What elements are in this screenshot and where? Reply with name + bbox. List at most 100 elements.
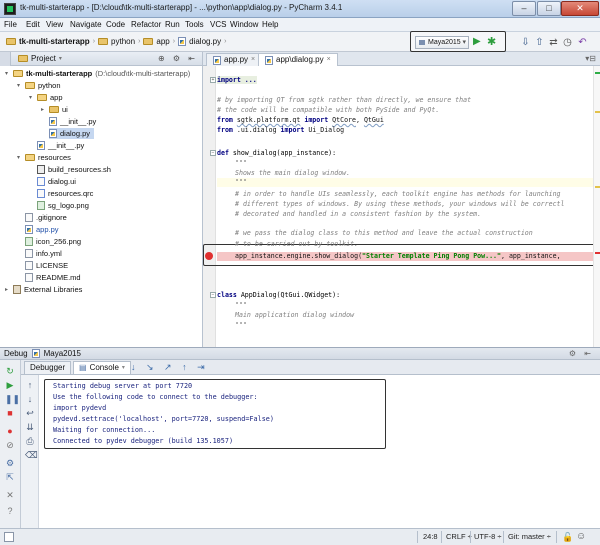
tree-item-app[interactable]: ▾ app: [27, 92, 63, 103]
vcs-update-icon[interactable]: ⇩: [520, 37, 531, 48]
tree-item-init-python[interactable]: __init__.py: [37, 140, 84, 151]
clear-icon[interactable]: ⌫: [25, 450, 38, 460]
tree-item-external-libraries[interactable]: ▸ External Libraries: [3, 284, 82, 295]
tree-item-resources[interactable]: ▾ resources: [15, 152, 71, 163]
menu-tools[interactable]: Tools: [185, 20, 204, 29]
tab-debugger[interactable]: Debugger: [24, 361, 72, 374]
tab-dialog-py[interactable]: app\dialog.py ×: [258, 53, 338, 66]
stop-icon[interactable]: ■: [5, 408, 15, 418]
tab-app-py[interactable]: app.py ×: [206, 53, 263, 66]
tree-item-app-py[interactable]: app.py: [25, 224, 59, 235]
close-icon[interactable]: ×: [327, 54, 331, 66]
tree-item-readme[interactable]: README.md: [25, 272, 81, 283]
tree-item-dialog[interactable]: dialog.py: [49, 128, 95, 139]
view-breakpoints-icon[interactable]: ●: [5, 426, 15, 436]
tree-item-init-app[interactable]: __init__.py: [49, 116, 96, 127]
editor-gutter[interactable]: [203, 66, 216, 347]
soft-wrap-icon[interactable]: ↩: [25, 408, 35, 418]
tree-item-gitignore[interactable]: .gitignore: [25, 212, 67, 223]
run-icon[interactable]: ▶: [473, 36, 481, 47]
tree-item-build-resources[interactable]: build_resources.sh: [37, 164, 111, 175]
fold-icon[interactable]: −: [210, 292, 216, 298]
line-separator-select[interactable]: CRLF ÷: [446, 532, 472, 541]
warning-marker[interactable]: [595, 111, 600, 113]
menu-vcs[interactable]: VCS: [210, 20, 226, 29]
breadcrumb-project[interactable]: tk-multi-starterapp: [19, 37, 90, 46]
tree-item-icon[interactable]: icon_256.png: [25, 236, 81, 247]
tree-item-python[interactable]: ▾ python: [15, 80, 61, 91]
history-icon[interactable]: ◷: [562, 37, 573, 48]
menu-edit[interactable]: Edit: [26, 20, 40, 29]
breadcrumb-python[interactable]: python: [111, 37, 135, 46]
settings-icon[interactable]: ⚙: [5, 458, 15, 468]
tree-item-info[interactable]: info.yml: [25, 248, 62, 259]
print-icon[interactable]: ⎙: [25, 436, 35, 446]
mute-breakpoints-icon[interactable]: ⊘: [5, 440, 15, 450]
panel-settings-icons[interactable]: ⊕ ⚙ ⇤: [158, 54, 198, 63]
minimize-button[interactable]: –: [512, 1, 536, 16]
compare-icon[interactable]: ⇄: [548, 37, 559, 48]
close-icon[interactable]: ✕: [5, 490, 15, 500]
chevron-right-icon: ›: [172, 38, 176, 45]
menu-file[interactable]: File: [4, 20, 17, 29]
fold-icon[interactable]: −: [210, 150, 216, 156]
debug-icon[interactable]: ✱: [487, 35, 496, 48]
fold-icon[interactable]: +: [210, 77, 216, 83]
code-token: """: [235, 159, 247, 167]
arrow-down-icon[interactable]: ↓: [25, 394, 35, 404]
menu-help[interactable]: Help: [262, 20, 278, 29]
tab-menu-icon[interactable]: ▾⊟: [585, 54, 596, 63]
vcs-branch-select[interactable]: Git: master ÷: [508, 532, 551, 541]
menu-navigate[interactable]: Navigate: [70, 20, 102, 29]
maximize-button[interactable]: □: [537, 1, 561, 16]
inspector-icon[interactable]: ☺: [576, 531, 586, 542]
menu-refactor[interactable]: Refactor: [131, 20, 161, 29]
expand-icon[interactable]: ▸: [3, 286, 10, 293]
vcs-commit-icon[interactable]: ⇧: [534, 37, 545, 48]
warning-marker[interactable]: [595, 186, 600, 188]
tab-console[interactable]: ▤ Console ▾: [73, 361, 131, 374]
encoding-select[interactable]: UTF-8 ÷: [474, 532, 501, 541]
breakpoint-icon[interactable]: [205, 252, 213, 260]
resume-icon[interactable]: ▶: [5, 380, 15, 390]
close-button[interactable]: ✕: [561, 1, 599, 16]
menu-window[interactable]: Window: [230, 20, 258, 29]
chevron-down-icon[interactable]: ▾: [59, 55, 62, 62]
expand-icon[interactable]: ▾: [27, 94, 34, 101]
code-editor[interactable]: + − − import ... # by importing QT from …: [203, 66, 600, 347]
project-side-tab[interactable]: [0, 52, 11, 66]
revert-icon[interactable]: ↶: [577, 37, 588, 48]
breadcrumb-app[interactable]: app: [156, 37, 169, 46]
caret-position[interactable]: 24:8: [423, 532, 438, 541]
pause-icon[interactable]: ❚❚: [5, 394, 20, 404]
arrow-up-icon[interactable]: ↑: [25, 380, 35, 390]
menu-view[interactable]: View: [46, 20, 63, 29]
tree-item-root[interactable]: ▾ tk-multi-starterapp (D:\cloud\tk-multi…: [3, 68, 190, 79]
expand-icon[interactable]: ▾: [3, 70, 10, 77]
debug-step-icons[interactable]: ↓ ↘ ↗ ↑ ⇥: [131, 362, 209, 373]
menu-run[interactable]: Run: [165, 20, 180, 29]
breadcrumb-file[interactable]: dialog.py: [189, 37, 221, 46]
chevron-down-icon[interactable]: ▾: [122, 362, 125, 374]
expand-icon[interactable]: ▸: [39, 106, 46, 113]
tree-item-license[interactable]: LICENSE: [25, 260, 68, 271]
expand-icon[interactable]: ▾: [15, 82, 22, 89]
tree-item-resources-qrc[interactable]: resources.qrc: [37, 188, 93, 199]
lock-icon[interactable]: 🔓: [562, 532, 573, 543]
error-stripe[interactable]: [593, 66, 600, 347]
menu-code[interactable]: Code: [106, 20, 125, 29]
run-configuration-select[interactable]: Maya2015: [415, 36, 469, 49]
expand-icon[interactable]: ▾: [15, 154, 22, 161]
help-icon[interactable]: ?: [5, 506, 15, 516]
tree-item-dialog-ui[interactable]: dialog.ui: [37, 176, 76, 187]
tree-item-ui[interactable]: ▸ ui: [39, 104, 68, 115]
tree-item-sg-logo[interactable]: sg_logo.png: [37, 200, 89, 211]
tool-windows-icon[interactable]: [4, 532, 14, 542]
scroll-to-end-icon[interactable]: ⇊: [25, 422, 35, 432]
rerun-icon[interactable]: ↻: [5, 366, 15, 376]
console-output[interactable]: Starting debug server at port 7720 Use t…: [39, 375, 600, 529]
panel-settings-icons[interactable]: ⚙ ⇤: [569, 349, 594, 358]
pin-icon[interactable]: ⇱: [5, 472, 15, 482]
breakpoint-marker[interactable]: [595, 252, 600, 254]
close-icon[interactable]: ×: [251, 54, 255, 66]
